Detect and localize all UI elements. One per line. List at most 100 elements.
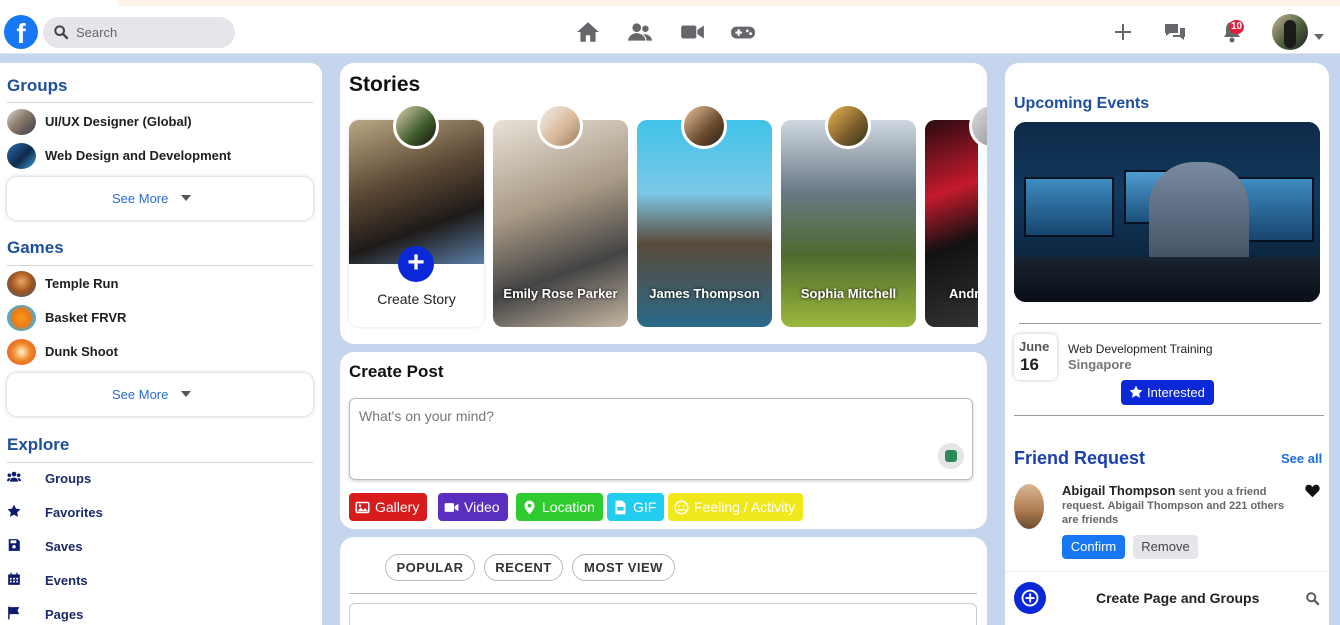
story-name: James Thompson	[649, 286, 760, 301]
feed-post	[349, 603, 977, 625]
sidebar-item-favorites[interactable]: Favorites	[7, 502, 307, 522]
facebook-logo[interactable]: f	[4, 15, 38, 49]
interested-button[interactable]: Interested	[1121, 380, 1214, 405]
story-card[interactable]: Emily Rose Parker	[493, 120, 628, 327]
sidebar-item-groups[interactable]: Groups	[7, 468, 307, 488]
event-month: June	[1019, 339, 1050, 354]
friend-request-title: Friend Request	[1014, 448, 1146, 468]
smile-icon	[674, 500, 689, 515]
tab-popular[interactable]: POPULAR	[385, 554, 475, 581]
sidebar-item-group[interactable]: Web Design and Development	[7, 143, 307, 169]
friend-name[interactable]: Abigail Thompson	[1062, 483, 1175, 498]
add-page-button[interactable]	[1014, 582, 1046, 614]
location-button[interactable]: Location	[516, 493, 603, 521]
search-input[interactable]	[76, 22, 226, 43]
story-avatar	[681, 103, 727, 149]
gif-button[interactable]: GIF	[607, 493, 665, 521]
sidebar-item-group[interactable]: UI/UX Designer (Global)	[7, 109, 307, 135]
add-story-icon[interactable]: +	[398, 246, 434, 282]
map-pin-icon	[524, 500, 535, 515]
create-story-label: Create Story	[377, 291, 456, 307]
sidebar-item-game[interactable]: Temple Run	[7, 271, 307, 297]
games-see-more-button[interactable]: See More	[7, 373, 313, 416]
stories-title: Stories	[349, 73, 421, 96]
friend-request-text-block: Abigail Thompson sent you a friend reque…	[1062, 484, 1287, 527]
see-more-label: See More	[112, 191, 169, 206]
explore-label: Saves	[45, 539, 83, 554]
left-sidebar: Groups UI/UX Designer (Global) Web Desig…	[0, 63, 322, 625]
group-avatar	[7, 143, 36, 169]
gif-label: GIF	[633, 499, 657, 515]
post-input[interactable]	[350, 399, 972, 479]
game-label: Dunk Shoot	[45, 344, 118, 359]
gallery-label: Gallery	[375, 499, 420, 515]
top-navbar: f 10	[0, 8, 1340, 54]
sidebar-item-game[interactable]: Basket FRVR	[7, 305, 307, 331]
event-location: Singapore	[1068, 357, 1132, 372]
event-date: June 16	[1014, 334, 1057, 380]
tab-recent[interactable]: RECENT	[484, 554, 563, 581]
chevron-down-icon[interactable]	[1314, 34, 1324, 40]
sidebar-item-events[interactable]: Events	[7, 570, 307, 590]
search-bar[interactable]	[43, 17, 235, 48]
save-icon	[8, 539, 20, 551]
story-card[interactable]: James Thompson	[637, 120, 772, 327]
group-label: UI/UX Designer (Global)	[45, 114, 192, 129]
sidebar-item-pages[interactable]: Pages	[7, 604, 307, 624]
see-all-link[interactable]: See all	[1281, 451, 1322, 466]
tab-most-view[interactable]: MOST VIEW	[572, 554, 675, 581]
explore-label: Groups	[45, 471, 92, 486]
create-page-bar: Create Page and Groups	[1005, 571, 1329, 625]
heart-icon[interactable]	[1305, 484, 1320, 498]
divider	[349, 593, 977, 594]
create-story-card[interactable]: + Create Story	[349, 120, 484, 327]
explore-label: Pages	[45, 607, 84, 622]
plus-icon[interactable]	[1111, 20, 1137, 46]
feeling-activity-button[interactable]: Feeling / Activity	[668, 493, 804, 521]
top-banner	[118, 0, 1340, 6]
friends-icon[interactable]	[627, 19, 657, 45]
story-name: Sophia Mitchell	[800, 286, 897, 301]
sidebar-item-game[interactable]: Dunk Shoot	[7, 339, 307, 365]
file-icon	[615, 500, 626, 515]
game-avatar	[7, 271, 36, 297]
gaming-icon[interactable]	[730, 19, 760, 45]
messenger-icon[interactable]	[1163, 20, 1189, 46]
sidebar-item-saves[interactable]: Saves	[7, 536, 307, 556]
event-day: 16	[1020, 355, 1039, 374]
explore-label: Events	[45, 573, 88, 588]
event-image[interactable]	[1014, 122, 1320, 302]
gallery-button[interactable]: Gallery	[349, 493, 428, 521]
remove-button[interactable]: Remove	[1133, 535, 1198, 559]
browser-top-stripe	[0, 0, 1340, 8]
right-sidebar: Upcoming Events June 16 Web Development …	[1005, 63, 1329, 625]
emoji-icon[interactable]	[938, 443, 964, 469]
story-card[interactable]: Andr	[925, 120, 978, 327]
create-post-title: Create Post	[349, 362, 444, 381]
story-name: Andr	[949, 286, 978, 301]
video-icon[interactable]	[679, 19, 709, 45]
friend-avatar[interactable]	[1014, 484, 1044, 529]
story-name: Emily Rose Parker	[503, 286, 618, 301]
desk	[1014, 257, 1320, 302]
search-icon[interactable]	[1305, 591, 1320, 606]
interested-label: Interested	[1147, 385, 1205, 400]
home-icon[interactable]	[575, 19, 605, 45]
plus-circle-icon	[1021, 589, 1039, 607]
monitor-left	[1024, 177, 1114, 237]
game-label: Basket FRVR	[45, 310, 127, 325]
groups-see-more-button[interactable]: See More	[7, 177, 313, 220]
profile-avatar[interactable]	[1272, 14, 1308, 50]
games-title: Games	[7, 238, 64, 257]
story-avatar	[825, 103, 871, 149]
story-avatar	[393, 103, 439, 149]
users-icon	[7, 471, 21, 482]
game-avatar	[7, 305, 36, 331]
video-button[interactable]: Video	[438, 493, 508, 521]
story-card[interactable]: Sophia Mitchell	[781, 120, 916, 327]
create-page-label[interactable]: Create Page and Groups	[1096, 590, 1259, 606]
confirm-button[interactable]: Confirm	[1062, 535, 1125, 559]
explore-label: Favorites	[45, 505, 103, 520]
story-avatar	[537, 103, 583, 149]
flag-icon	[8, 606, 20, 620]
